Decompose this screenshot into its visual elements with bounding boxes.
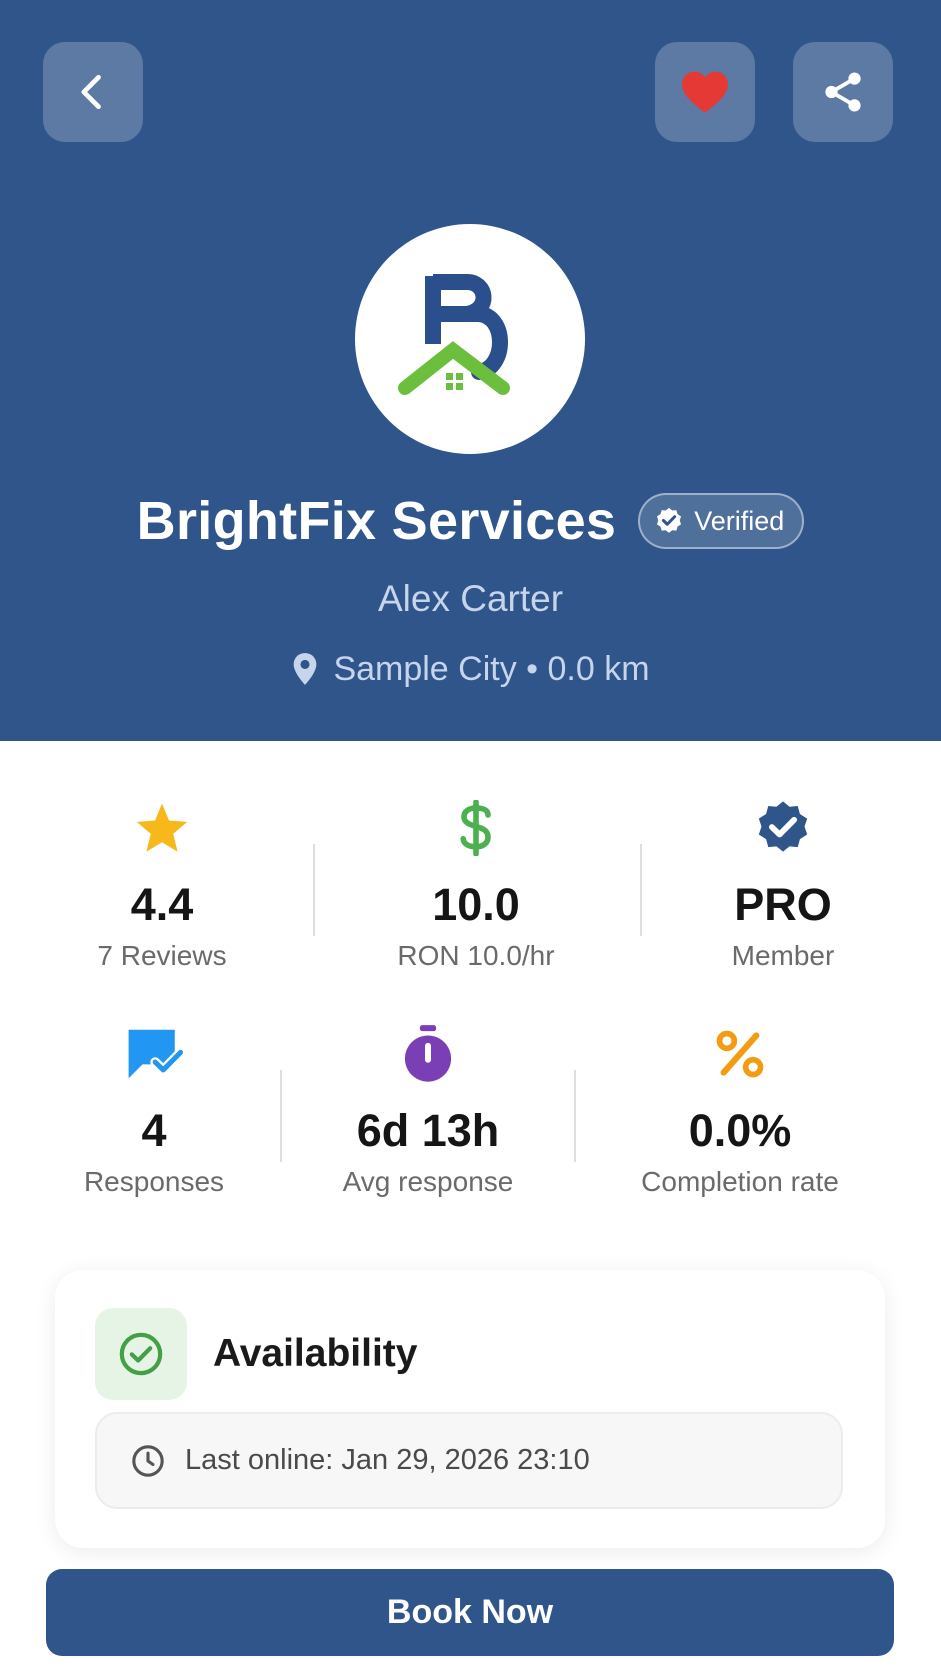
stat-rating: 4.4 7 Reviews [62, 796, 262, 974]
share-button[interactable] [793, 42, 893, 142]
location-text: Sample City • 0.0 km [333, 649, 650, 688]
verified-check-icon [657, 507, 682, 533]
stat-divider [280, 1070, 282, 1162]
location-pin-icon [294, 653, 317, 685]
title-row: BrightFix Services Verified [0, 486, 941, 556]
stopwatch-icon [404, 1025, 452, 1082]
membership-label: Member [731, 940, 835, 971]
share-icon [825, 72, 861, 112]
stat-divider [640, 844, 642, 936]
star-icon [136, 803, 188, 852]
rate-label: RON 10.0/hr [397, 940, 555, 971]
membership-value: PRO [734, 879, 832, 930]
owner-name: Alex Carter [377, 578, 564, 619]
last-online-box: Last online: Jan 29, 2026 23:10 [95, 1412, 843, 1509]
chat-check-icon [128, 1029, 184, 1079]
favorite-button[interactable] [655, 42, 755, 142]
brightfix-logo-icon [398, 274, 510, 395]
completion-value: 0.0% [688, 1105, 792, 1156]
verified-badge: Verified [638, 493, 805, 549]
rating-value: 4.4 [130, 879, 194, 930]
availability-card: Availability Last online: Jan 29, 2026 2… [55, 1270, 885, 1548]
availability-title: Availability [213, 1332, 418, 1375]
stat-divider [574, 1070, 576, 1162]
percent-icon [716, 1030, 764, 1078]
stat-divider [313, 844, 315, 936]
completion-label: Completion rate [641, 1166, 839, 1197]
availability-icon-box [95, 1308, 187, 1400]
heart-icon [682, 71, 728, 113]
verified-label: Verified [694, 505, 785, 536]
responses-label: Responses [83, 1166, 225, 1197]
check-circle-icon [119, 1332, 163, 1376]
avg-response-label: Avg response [342, 1166, 514, 1197]
stat-membership: PRO Member [683, 796, 883, 974]
dollar-icon [460, 800, 491, 856]
book-now-label: Book Now [386, 1593, 554, 1631]
profile-header: BrightFix Services Verified Alex Carter … [0, 0, 941, 741]
stat-completion: 0.0% Completion rate [610, 1022, 870, 1200]
rate-value: 10.0 [432, 879, 520, 930]
chevron-left-icon [81, 74, 101, 110]
business-name: BrightFix Services [136, 491, 617, 551]
verified-badge-icon [758, 801, 808, 852]
stat-responses: 4 Responses [44, 1022, 264, 1200]
back-button[interactable] [43, 42, 143, 142]
business-logo [355, 224, 585, 454]
rating-label: 7 Reviews [97, 940, 227, 971]
last-online-text: Last online: Jan 29, 2026 23:10 [185, 1444, 590, 1476]
stat-rate: 10.0 RON 10.0/hr [356, 796, 596, 974]
avg-response-value: 6d 13h [356, 1105, 500, 1156]
clock-icon [132, 1444, 164, 1477]
book-now-button[interactable]: Book Now [46, 1569, 894, 1656]
stat-avg-response: 6d 13h Avg response [308, 1022, 548, 1200]
location-row: Sample City • 0.0 km [0, 646, 941, 692]
responses-value: 4 [141, 1105, 167, 1156]
